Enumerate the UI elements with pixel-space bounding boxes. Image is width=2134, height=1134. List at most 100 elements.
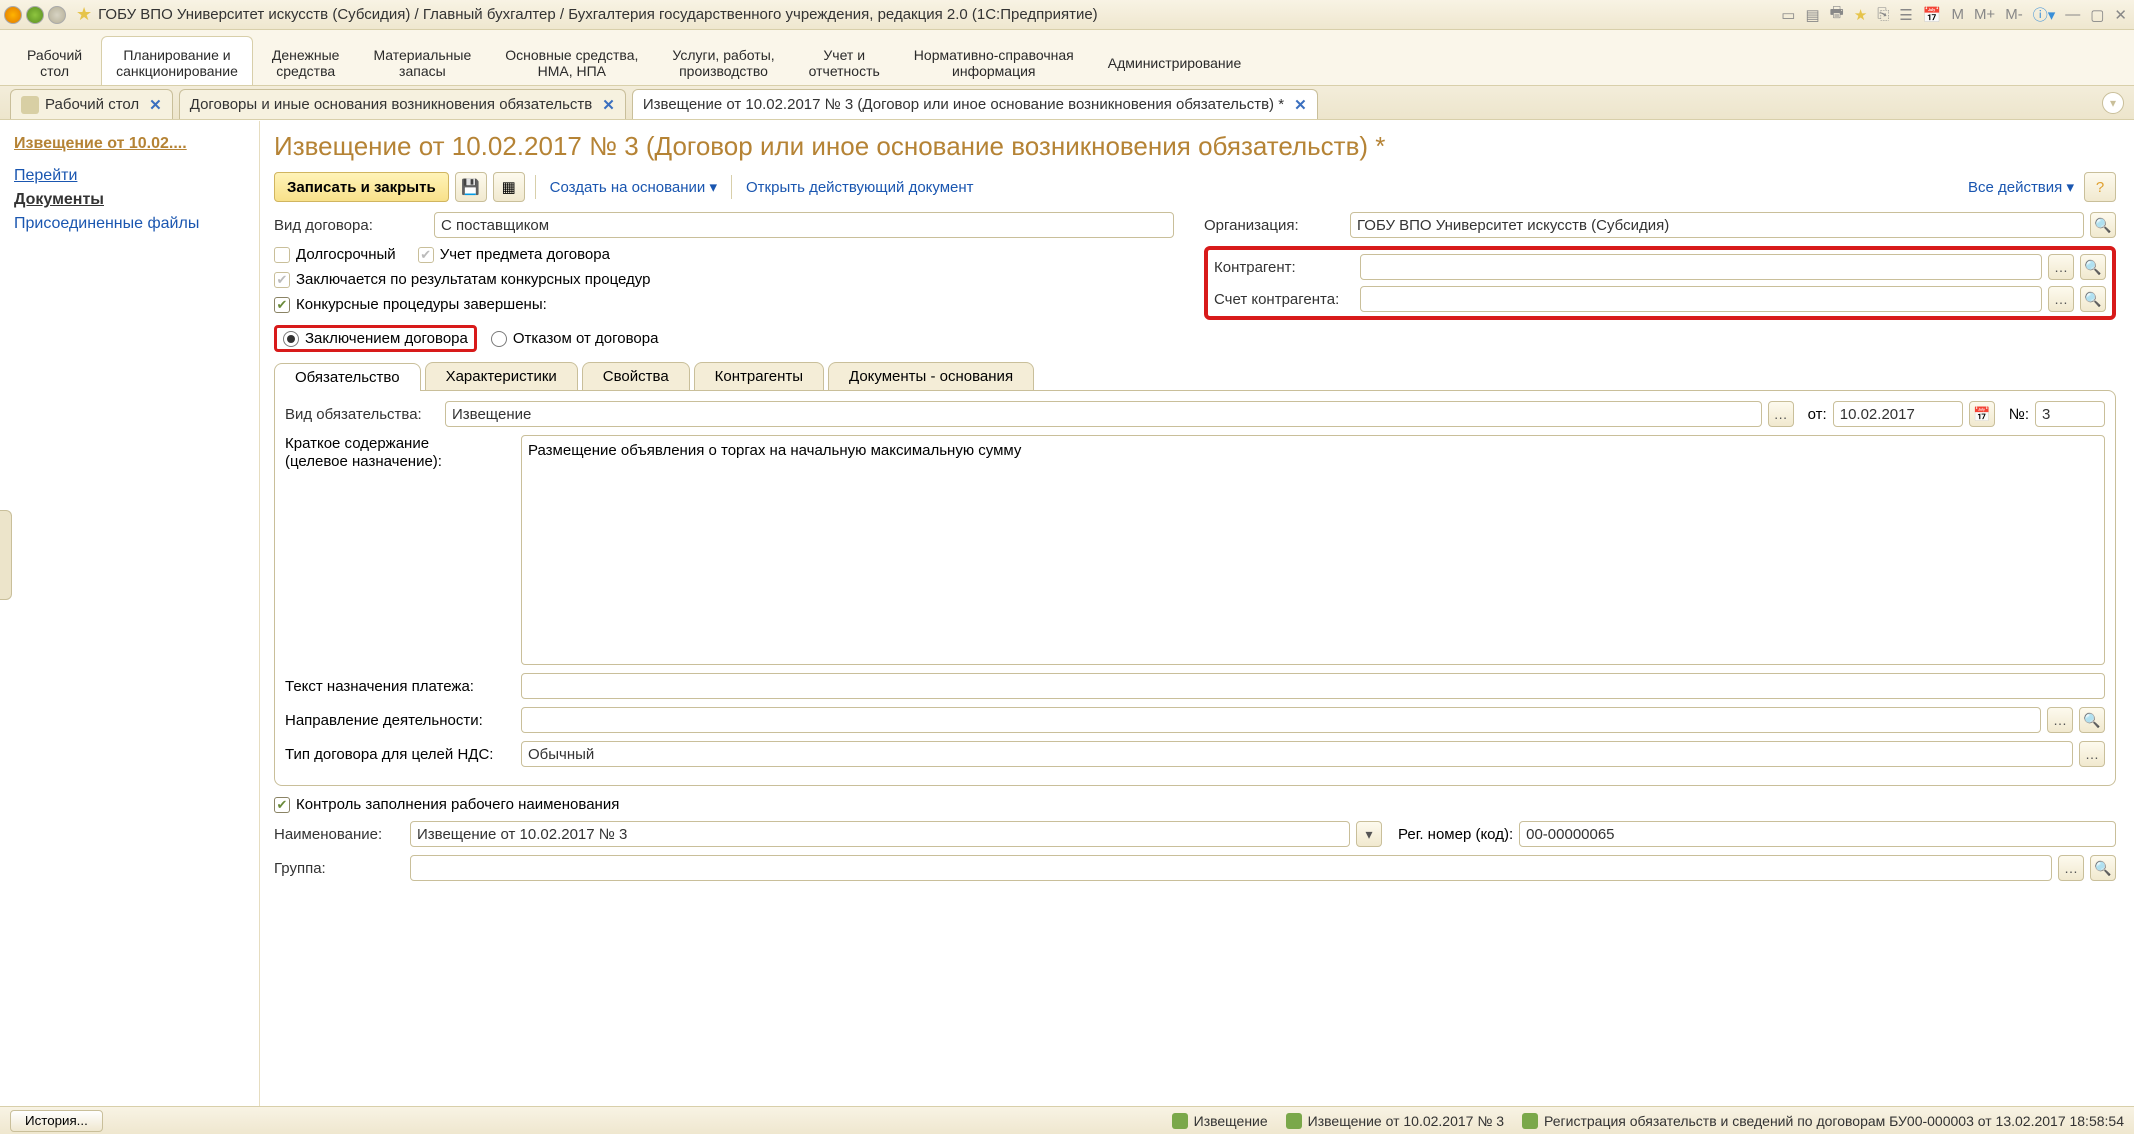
tab-notification[interactable]: Извещение от 10.02.2017 № 3 (Договор или… <box>632 89 1318 119</box>
section-services[interactable]: Услуги, работы,производство <box>657 36 789 85</box>
section-cash[interactable]: Денежныесредства <box>257 36 355 85</box>
memory-m[interactable]: M <box>1948 6 1967 23</box>
subject-accounting-checkbox[interactable] <box>418 247 434 263</box>
name-dropdown-icon[interactable]: ▾ <box>1356 821 1382 847</box>
window-button-1c-icon[interactable] <box>4 6 22 24</box>
window-minimize-icon[interactable]: — <box>2062 6 2083 23</box>
section-bar: Рабочийстол Планирование исанкционирован… <box>0 30 2134 86</box>
counterparty-account-input[interactable] <box>1360 286 2042 312</box>
tb-icon[interactable]: ▭ <box>1778 6 1798 24</box>
tb-calendar-icon[interactable]: 📅 <box>1920 6 1945 24</box>
window-close-icon[interactable]: ✕ <box>2111 6 2130 24</box>
favorites-star-icon[interactable]: ★ <box>76 4 92 25</box>
status-item[interactable]: Извещение <box>1172 1113 1268 1129</box>
create-based-on-button[interactable]: Создать на основании ▾ <box>546 178 721 196</box>
vat-contract-type-select-button[interactable]: … <box>2079 741 2105 767</box>
calendar-icon[interactable]: 📅 <box>1969 401 1995 427</box>
itab-characteristics[interactable]: Характеристики <box>425 362 578 390</box>
section-admin[interactable]: Администрирование <box>1093 36 1257 85</box>
close-tab-icon[interactable]: ✕ <box>149 96 162 114</box>
name-label: Наименование: <box>274 826 404 843</box>
tb-icon[interactable]: ▤ <box>1802 6 1822 24</box>
nav-documents[interactable]: Документы <box>14 191 245 209</box>
radio-contract-refused[interactable] <box>491 331 507 347</box>
radio-contract-concluded[interactable] <box>283 331 299 347</box>
organization-input[interactable]: ГОБУ ВПО Университет искусств (Субсидия) <box>1350 212 2084 238</box>
status-icon <box>1522 1113 1538 1129</box>
window-maximize-icon[interactable]: ▢ <box>2087 6 2107 24</box>
history-button[interactable]: История... <box>10 1110 103 1132</box>
organization-lookup-icon[interactable]: 🔍 <box>2090 212 2116 238</box>
name-input[interactable]: Извещение от 10.02.2017 № 3 <box>410 821 1350 847</box>
tb-icon[interactable]: ⎘ <box>1874 6 1892 23</box>
window-button-nav2-icon[interactable] <box>48 6 66 24</box>
tb-star-icon[interactable]: ★ <box>1851 6 1870 24</box>
tb-icon[interactable]: 🖶 <box>1827 2 1847 27</box>
organization-label: Организация: <box>1204 217 1344 234</box>
status-item[interactable]: Извещение от 10.02.2017 № 3 <box>1286 1113 1504 1129</box>
name-control-checkbox[interactable] <box>274 797 290 813</box>
group-select-button[interactable]: … <box>2058 855 2084 881</box>
close-tab-icon[interactable]: ✕ <box>602 96 615 114</box>
help-button[interactable]: ? <box>2084 172 2116 202</box>
nav-title: Извещение от 10.02.... <box>14 135 245 153</box>
counterparty-account-lookup-icon[interactable]: 🔍 <box>2080 286 2106 312</box>
obligation-type-input[interactable]: Извещение <box>445 401 1762 427</box>
help-icon[interactable]: ⓘ▾ <box>2030 4 2059 25</box>
contract-type-input[interactable]: С поставщиком <box>434 212 1174 238</box>
section-planning[interactable]: Планирование исанкционирование <box>101 36 253 85</box>
group-lookup-icon[interactable]: 🔍 <box>2090 855 2116 881</box>
nav-goto[interactable]: Перейти <box>14 167 245 185</box>
itab-obligation[interactable]: Обязательство <box>274 363 421 391</box>
counterparty-input[interactable] <box>1360 254 2042 280</box>
number-input[interactable]: 3 <box>2035 401 2105 427</box>
status-item[interactable]: Регистрация обязательств и сведений по д… <box>1522 1113 2124 1129</box>
memory-mplus[interactable]: M+ <box>1971 6 1998 23</box>
tender-based-checkbox[interactable] <box>274 272 290 288</box>
tab-contracts-list[interactable]: Договоры и иные основания возникновения … <box>179 89 626 119</box>
counterparty-highlight-box: Контрагент: … 🔍 Счет контрагента: … 🔍 <box>1204 246 2116 320</box>
close-tab-icon[interactable]: ✕ <box>1294 96 1307 114</box>
save-and-close-button[interactable]: Записать и закрыть <box>274 172 449 202</box>
all-actions-button[interactable]: Все действия ▾ <box>1964 178 2078 196</box>
itab-properties[interactable]: Свойства <box>582 362 690 390</box>
post-button[interactable]: ▦ <box>493 172 525 202</box>
save-button[interactable]: 💾 <box>455 172 487 202</box>
counterparty-select-button[interactable]: … <box>2048 254 2074 280</box>
tender-finished-checkbox[interactable] <box>274 297 290 313</box>
reg-number-input[interactable]: 00-00000065 <box>1519 821 2116 847</box>
tabs-dropdown-icon[interactable]: ▾ <box>2102 92 2124 114</box>
nav-attached-files[interactable]: Присоединенные файлы <box>14 215 245 233</box>
form-toolbar: Записать и закрыть 💾 ▦ Создать на основа… <box>274 172 2116 202</box>
vat-contract-type-label: Тип договора для целей НДС: <box>285 746 515 763</box>
tender-based-label: Заключается по результатам конкурсных пр… <box>296 271 650 288</box>
open-actual-doc-button[interactable]: Открыть действующий документ <box>742 179 978 196</box>
activity-direction-lookup-icon[interactable]: 🔍 <box>2079 707 2105 733</box>
date-input[interactable]: 10.02.2017 <box>1833 401 1963 427</box>
counterparty-lookup-icon[interactable]: 🔍 <box>2080 254 2106 280</box>
group-input[interactable] <box>410 855 2052 881</box>
window-button-nav-icon[interactable] <box>26 6 44 24</box>
itab-basis-documents[interactable]: Документы - основания <box>828 362 1034 390</box>
section-accounting[interactable]: Учет иотчетность <box>794 36 895 85</box>
long-term-label: Долгосрочный <box>296 246 396 263</box>
section-materials[interactable]: Материальныезапасы <box>358 36 486 85</box>
memory-mminus[interactable]: M- <box>2002 6 2026 23</box>
contract-type-label: Вид договора: <box>274 217 428 234</box>
activity-direction-input[interactable] <box>521 707 2041 733</box>
name-control-label: Контроль заполнения рабочего наименовани… <box>296 796 619 813</box>
tb-icon[interactable]: ☰ <box>1896 6 1915 24</box>
section-fixed-assets[interactable]: Основные средства,НМА, НПА <box>490 36 653 85</box>
vat-contract-type-input[interactable]: Обычный <box>521 741 2073 767</box>
section-desktop[interactable]: Рабочийстол <box>12 36 97 85</box>
counterparty-account-select-button[interactable]: … <box>2048 286 2074 312</box>
itab-counterparties[interactable]: Контрагенты <box>694 362 824 390</box>
tab-desktop[interactable]: Рабочий стол✕ <box>10 89 173 119</box>
brief-content-textarea[interactable] <box>521 435 2105 665</box>
collapse-handle[interactable] <box>0 510 12 600</box>
activity-direction-select-button[interactable]: … <box>2047 707 2073 733</box>
long-term-checkbox[interactable] <box>274 247 290 263</box>
section-reference[interactable]: Нормативно-справочнаяинформация <box>899 36 1089 85</box>
payment-text-input[interactable] <box>521 673 2105 699</box>
obligation-type-select-button[interactable]: … <box>1768 401 1794 427</box>
